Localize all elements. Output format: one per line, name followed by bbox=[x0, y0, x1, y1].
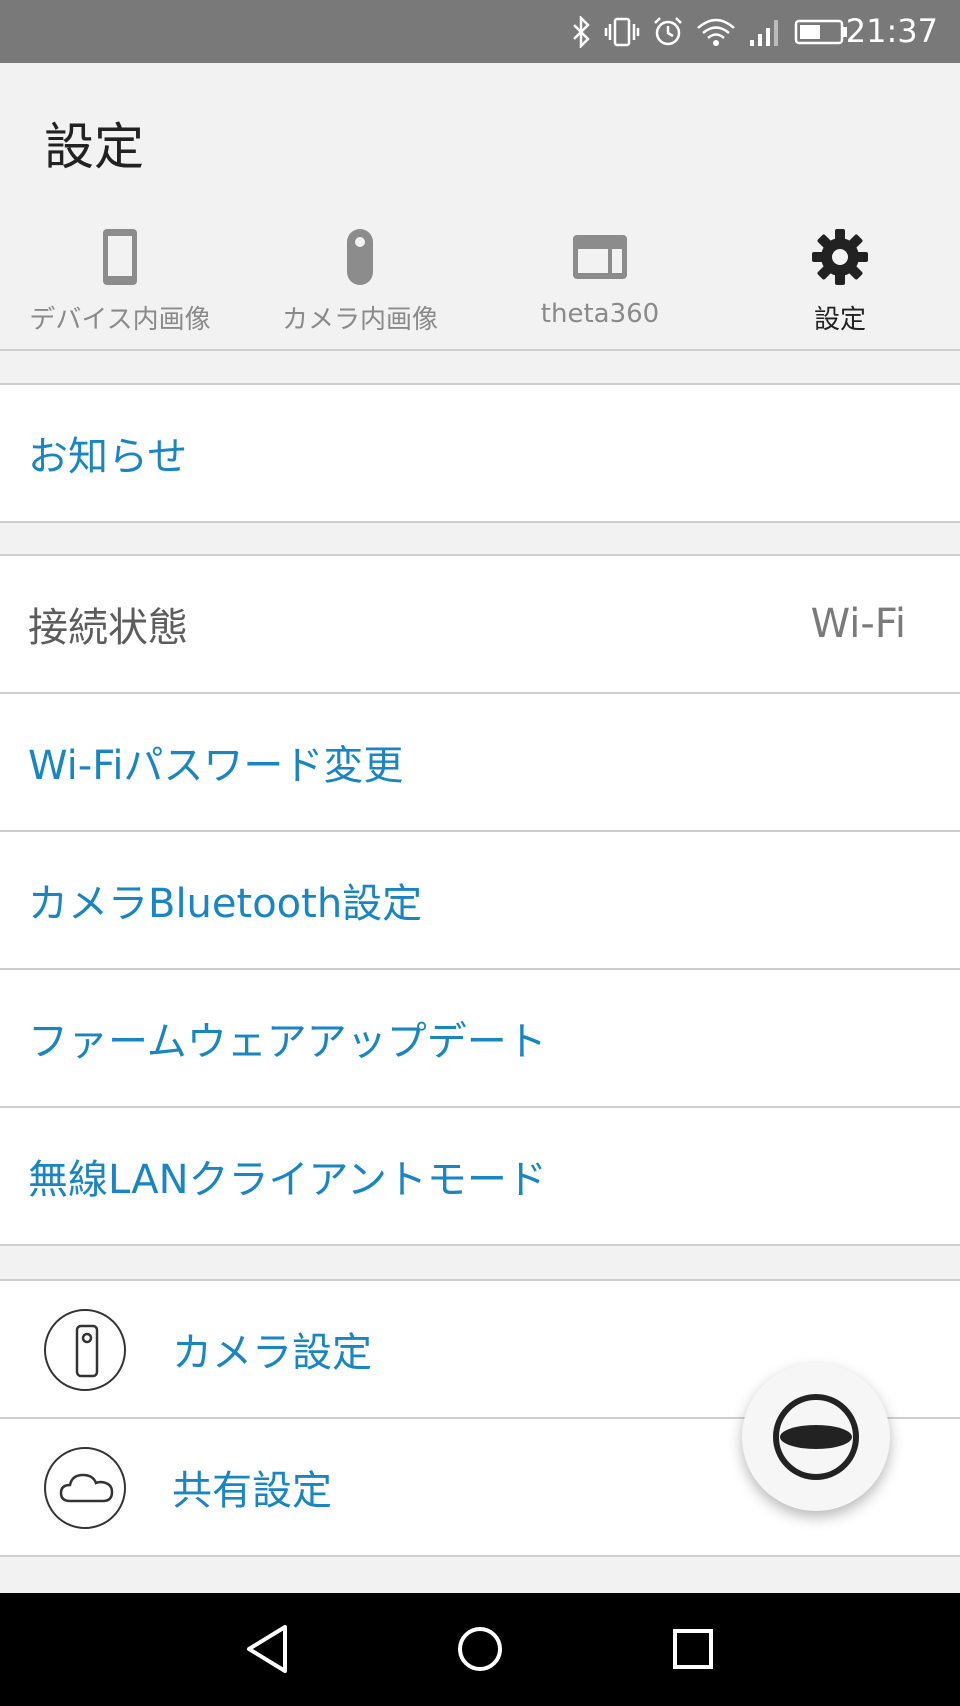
theta-shutter-icon bbox=[773, 1394, 859, 1480]
tab-label: 設定 bbox=[813, 305, 866, 335]
wifi-password-row[interactable]: Wi-Fiパスワード変更 bbox=[0, 694, 960, 832]
back-icon bbox=[247, 1625, 287, 1673]
page-title: 設定 bbox=[44, 118, 144, 176]
app-header: 設定 デバイス内画像 カメラ内画像 theta360 設定 bbox=[0, 63, 960, 351]
tab-theta360[interactable]: theta360 bbox=[480, 227, 720, 347]
recents-button[interactable] bbox=[633, 1593, 753, 1706]
tab-label: theta360 bbox=[540, 299, 660, 329]
tab-settings[interactable]: 設定 bbox=[720, 227, 960, 347]
back-button[interactable] bbox=[207, 1593, 327, 1706]
recents-icon bbox=[673, 1629, 713, 1669]
wifi-password-label: Wi-Fiパスワード変更 bbox=[28, 743, 404, 789]
bluetooth-icon bbox=[573, 16, 590, 48]
phone-icon bbox=[103, 229, 137, 285]
connection-group: 接続状態 Wi-Fi Wi-Fiパスワード変更 カメラBluetooth設定 フ… bbox=[0, 554, 960, 1246]
tab-label: デバイス内画像 bbox=[29, 305, 211, 335]
alarm-icon bbox=[654, 17, 682, 46]
firmware-update-label: ファームウェアアップデート bbox=[28, 1019, 547, 1065]
wifi-icon bbox=[697, 18, 735, 46]
signal-icon bbox=[750, 20, 778, 46]
status-bar: 21:37 bbox=[0, 0, 960, 63]
home-button[interactable] bbox=[420, 1593, 540, 1706]
navigation-bar bbox=[0, 1593, 960, 1706]
camera-bluetooth-label: カメラBluetooth設定 bbox=[28, 881, 423, 927]
tab-device-images[interactable]: デバイス内画像 bbox=[0, 227, 240, 347]
news-group: お知らせ bbox=[0, 383, 960, 523]
share-settings-label: 共有設定 bbox=[172, 1468, 332, 1514]
firmware-update-row[interactable]: ファームウェアアップデート bbox=[0, 970, 960, 1108]
camera-device-icon bbox=[347, 229, 373, 285]
cloud-icon bbox=[59, 1473, 114, 1503]
cloud-icon-circle bbox=[44, 1447, 126, 1529]
camera-icon-circle bbox=[44, 1309, 126, 1391]
camera-settings-label: カメラ設定 bbox=[172, 1330, 372, 1376]
news-label: お知らせ bbox=[28, 434, 188, 480]
news-row[interactable]: お知らせ bbox=[0, 385, 960, 523]
wlan-client-mode-label: 無線LANクライアントモード bbox=[28, 1157, 547, 1203]
tab-label: カメラ内画像 bbox=[281, 305, 438, 335]
camera-bluetooth-row[interactable]: カメラBluetooth設定 bbox=[0, 832, 960, 970]
connection-status-label: 接続状態 bbox=[28, 605, 188, 651]
tab-camera-images[interactable]: カメラ内画像 bbox=[240, 227, 480, 347]
wlan-client-mode-row[interactable]: 無線LANクライアントモード bbox=[0, 1108, 960, 1246]
tab-bar: デバイス内画像 カメラ内画像 theta360 設定 bbox=[0, 227, 960, 347]
vibrate-icon bbox=[604, 17, 640, 47]
connection-status-row: 接続状態 Wi-Fi bbox=[0, 556, 960, 694]
camera-icon bbox=[75, 1324, 99, 1378]
theta-shutter-button[interactable] bbox=[742, 1363, 890, 1511]
status-icons bbox=[570, 14, 850, 50]
status-time: 21:37 bbox=[845, 12, 938, 50]
gear-icon bbox=[812, 229, 868, 285]
browser-window-icon bbox=[573, 235, 627, 279]
connection-status-value: Wi-Fi bbox=[810, 601, 906, 647]
home-icon bbox=[458, 1627, 502, 1671]
battery-icon bbox=[794, 19, 847, 45]
